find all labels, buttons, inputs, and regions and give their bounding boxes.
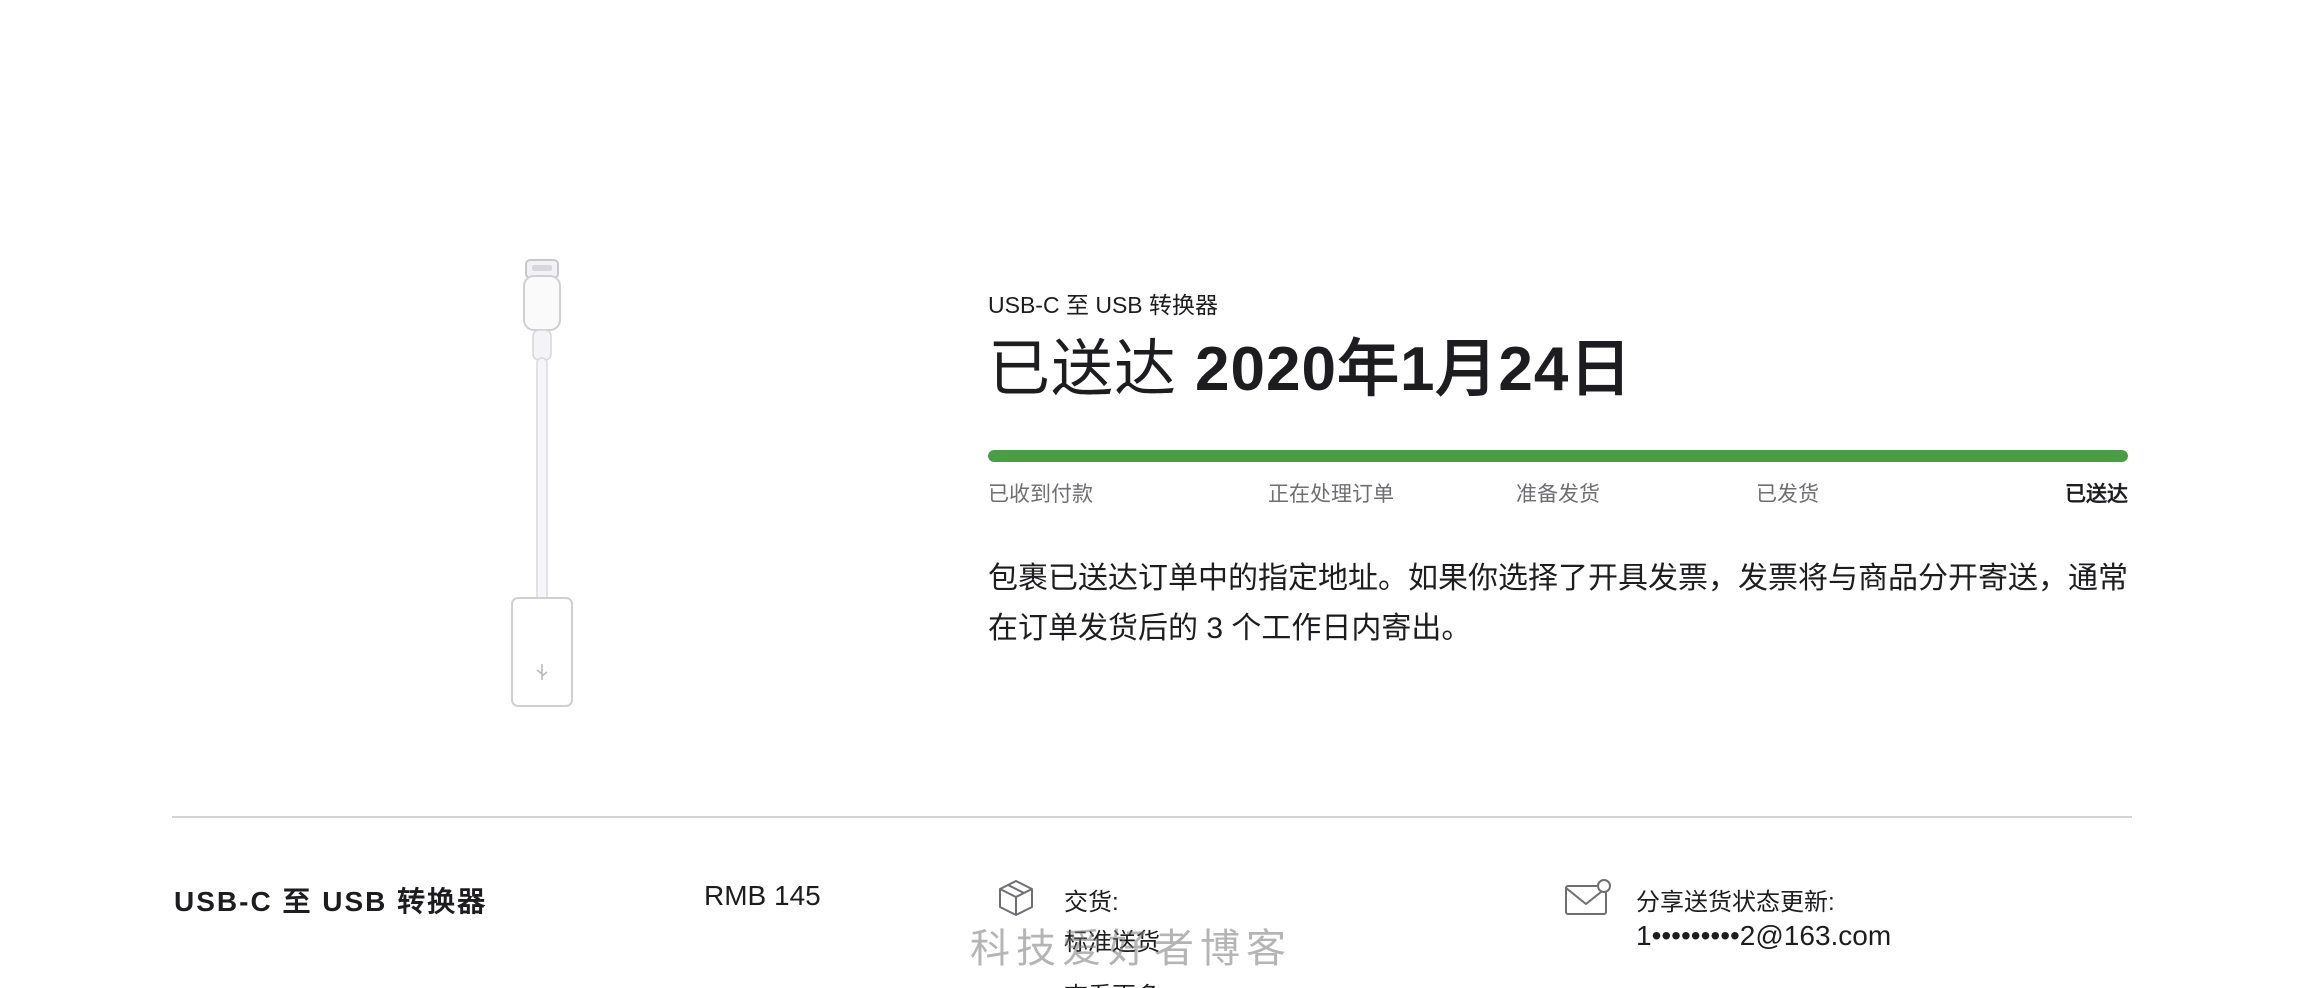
- progress-bar: [988, 450, 2128, 462]
- step-processing: 正在处理订单: [1268, 483, 1394, 506]
- delivery-status-block: USB-C 至 USB 转换器 已送达 2020年1月24日 已收到付款 正在处理…: [988, 288, 2128, 654]
- delivery-method: 标准送货: [1064, 929, 1160, 956]
- delivery-label: 交货:: [1064, 889, 1119, 916]
- mail-icon: [1564, 878, 1612, 918]
- status-word: 已送达: [988, 335, 1178, 404]
- package-icon: [996, 878, 1036, 918]
- order-status-page: USB-C 至 USB 转换器 已送达 2020年1月24日 已收到付款 正在处理…: [0, 0, 2310, 988]
- progress-steps: 已收到付款 正在处理订单 准备发货 已发货 已送达: [988, 478, 2128, 514]
- summary-price: RMB 145: [704, 880, 821, 911]
- summary-product-name: USB-C 至 USB 转换器: [174, 886, 488, 917]
- progress-fill: [988, 450, 2128, 462]
- step-payment-received: 已收到付款: [988, 483, 1093, 506]
- share-updates-label: 分享送货状态更新:: [1636, 889, 1835, 916]
- status-description: 包裹已送达订单中的指定地址。如果你选择了开具发票，发票将与商品分开寄送，通常在订…: [988, 562, 2128, 645]
- step-preparing-shipment: 准备发货: [1516, 483, 1600, 506]
- more-link[interactable]: 查看更多: [1064, 976, 1160, 988]
- product-name: USB-C 至 USB 转换器: [988, 292, 1219, 318]
- product-image: [420, 240, 660, 720]
- step-shipped: 已发货: [1756, 483, 1819, 506]
- section-divider: [172, 816, 2132, 818]
- status-headline: 已送达 2020年1月24日: [988, 330, 2128, 410]
- share-email[interactable]: 1•••••••••2@163.com: [1636, 920, 1891, 952]
- status-date: 2020年1月24日: [1195, 335, 1633, 404]
- step-delivered: 已送达: [2065, 483, 2128, 506]
- usb-c-adapter-image: [511, 259, 573, 707]
